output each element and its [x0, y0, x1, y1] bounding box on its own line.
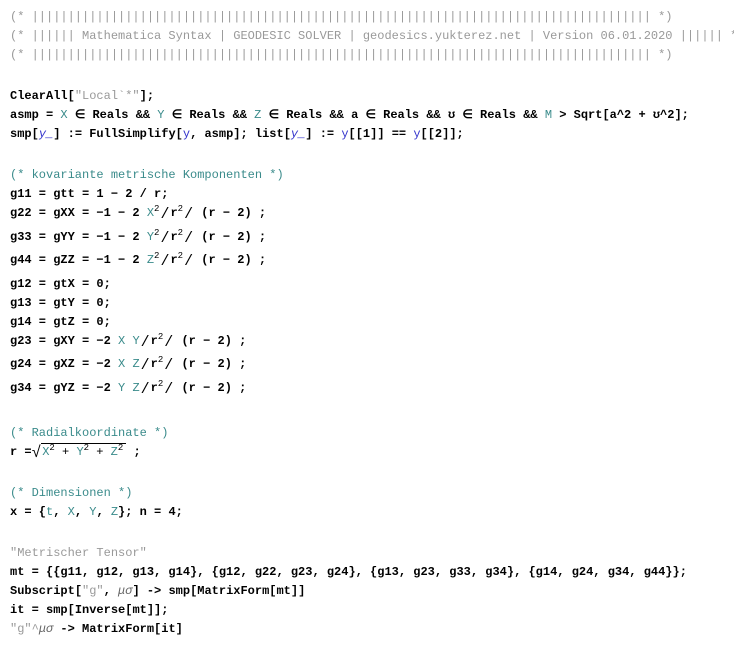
arrow: -> — [140, 584, 169, 598]
fn-clearall: ClearAll — [10, 89, 68, 103]
fn-subscript: Subscript — [10, 584, 75, 598]
kw: > — [552, 108, 574, 122]
string: "g" — [82, 584, 104, 598]
sym: X — [68, 505, 75, 519]
comment: (* Dimensionen *) — [10, 486, 132, 500]
expr: }; n = 4; — [118, 505, 183, 519]
sym-m: M — [545, 108, 552, 122]
code-line: ClearAll["Local`*"]; — [10, 87, 724, 105]
fn-smp: smp — [10, 127, 32, 141]
kw: ∈ Reals && — [68, 108, 158, 122]
code-line: r = √ X2 + Y2 + Z2 ; — [10, 443, 724, 461]
header-title: (* |||||| Mathematica Syntax | GEODESIC … — [10, 29, 734, 43]
code-line: x = {t, X, Y, Z}; n = 4; — [10, 503, 724, 521]
string-label: "Metrischer Tensor" — [10, 546, 147, 560]
code-line: g13 = gtY = 0; — [10, 296, 111, 310]
asmp-assign: asmp = — [10, 108, 60, 122]
header-bar1: (* |||||||||||||||||||||||||||||||||||||… — [10, 10, 673, 24]
fn: smp — [46, 603, 68, 617]
kw: ∈ Reals && — [165, 108, 255, 122]
code-line: g11 = gtt = 1 − 2 / r; — [10, 187, 168, 201]
string-arg: "Local`*" — [75, 89, 140, 103]
sym: Z — [111, 505, 118, 519]
greek: μσ — [39, 622, 53, 636]
fn: Inverse — [75, 603, 125, 617]
comment: (* kovariante metrische Komponenten *) — [10, 168, 284, 182]
sym-y: Y — [157, 108, 164, 122]
var: mt — [276, 584, 290, 598]
fn: MatrixForm — [82, 622, 154, 636]
string: "g"^ — [10, 622, 39, 636]
kw: ∈ Reals && — [358, 108, 448, 122]
sym-x: X — [60, 108, 67, 122]
r-assign: r = — [10, 443, 32, 461]
code-line: mt = {{g11, g12, g13, g14}, {g12, g22, g… — [10, 565, 687, 579]
code-line: g22 = gXX = −1 − 2 X2/r2/ (r − 2) ; — [10, 204, 724, 227]
code-line: Subscript["g", μσ] -> smp[MatrixForm[mt]… — [10, 582, 724, 600]
code-line: it = smp[Inverse[mt]]; — [10, 601, 724, 619]
fn-fullsimplify: FullSimplify — [89, 127, 175, 141]
comment: (* Radialkoordinate *) — [10, 426, 168, 440]
kw: && — [322, 108, 351, 122]
code-line: smp[y_] := FullSimplify[y, asmp]; list[y… — [10, 125, 724, 143]
code-line: g34 = gYZ = −2 Y Z/r2/ (r − 2) ; — [10, 379, 724, 402]
code-line: g33 = gYY = −1 − 2 Y2/r2/ (r − 2) ; — [10, 228, 724, 251]
x-assign: x = { — [10, 505, 46, 519]
fn-sqrt: Sqrt — [574, 108, 603, 122]
sqrt-expr: √ X2 + Y2 + Z2 — [32, 443, 127, 461]
var: mt — [132, 603, 146, 617]
kw: ∈ Reals — [261, 108, 322, 122]
code-line: "g"^μσ -> MatrixForm[it] — [10, 620, 724, 638]
expr: a^2 + ʊ^2 — [610, 108, 675, 122]
kw: ∈ Reals && — [455, 108, 545, 122]
code-line: g12 = gtX = 0; — [10, 277, 111, 291]
code-line: g14 = gtZ = 0; — [10, 315, 111, 329]
code-line: g44 = gZZ = −1 − 2 Z2/r2/ (r − 2) ; — [10, 251, 724, 274]
fn: MatrixForm — [197, 584, 269, 598]
fn-list: list — [255, 127, 284, 141]
arrow: -> — [53, 622, 82, 636]
fn: smp — [168, 584, 190, 598]
it-assign: it = — [10, 603, 46, 617]
code-line: asmp = X ∈ Reals && Y ∈ Reals && Z ∈ Rea… — [10, 106, 724, 124]
greek: μσ — [118, 584, 132, 598]
code-line: g23 = gXY = −2 X Y/r2/ (r − 2) ; — [10, 332, 724, 355]
header-bar2: (* |||||||||||||||||||||||||||||||||||||… — [10, 48, 673, 62]
code-line: g24 = gXZ = −2 X Z/r2/ (r − 2) ; — [10, 355, 724, 378]
